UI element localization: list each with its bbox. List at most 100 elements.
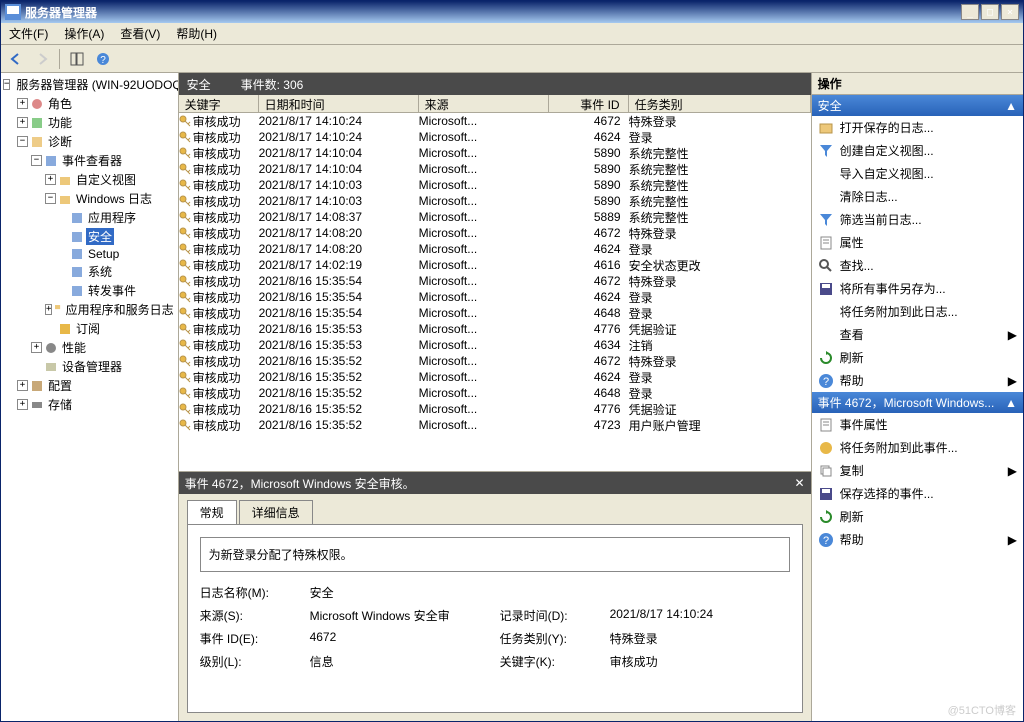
action-item[interactable]: 复制▶ [812, 459, 1023, 482]
tree-app-services-logs[interactable]: +应用程序和服务日志 [3, 300, 176, 319]
tree-event-viewer[interactable]: −事件查看器 [3, 151, 176, 170]
event-row[interactable]: 审核成功2021/8/17 14:10:03Microsoft...5890系统… [179, 193, 811, 209]
event-row[interactable]: 审核成功2021/8/17 14:08:20Microsoft...4624登录 [179, 241, 811, 257]
action-item[interactable]: 导入自定义视图... [812, 162, 1023, 185]
center-header: 安全 事件数: 306 [179, 73, 811, 95]
tree-roles[interactable]: +角色 [3, 94, 176, 113]
maximize-button[interactable]: □ [981, 4, 999, 20]
back-button[interactable] [5, 48, 27, 70]
tree-subscriptions[interactable]: 订阅 [3, 319, 176, 338]
event-row[interactable]: 审核成功2021/8/16 15:35:54Microsoft...4648登录 [179, 305, 811, 321]
action-item[interactable]: 查看▶ [812, 323, 1023, 346]
value-source: Microsoft Windows 安全审 [310, 607, 490, 624]
tab-details[interactable]: 详细信息 [239, 500, 313, 524]
action-item[interactable]: 打开保存的日志... [812, 116, 1023, 139]
col-datetime[interactable]: 日期和时间 [259, 95, 419, 112]
event-row[interactable]: 审核成功2021/8/16 15:35:54Microsoft...4624登录 [179, 289, 811, 305]
key-icon [179, 131, 191, 143]
toolbar: ? [1, 45, 1023, 73]
event-row[interactable]: 审核成功2021/8/17 14:08:37Microsoft...5889系统… [179, 209, 811, 225]
tree-configuration[interactable]: +配置 [3, 376, 176, 395]
svg-text:?: ? [823, 535, 829, 547]
tab-general[interactable]: 常规 [187, 500, 237, 524]
close-button[interactable]: × [1001, 4, 1019, 20]
event-row[interactable]: 审核成功2021/8/16 15:35:52Microsoft...4672特殊… [179, 353, 811, 369]
action-item[interactable]: ?帮助▶ [812, 528, 1023, 551]
tree-storage[interactable]: +存储 [3, 395, 176, 414]
event-row[interactable]: 审核成功2021/8/17 14:10:24Microsoft...4672特殊… [179, 113, 811, 129]
action-item[interactable]: 将所有事件另存为... [812, 277, 1023, 300]
event-row[interactable]: 审核成功2021/8/17 14:10:24Microsoft...4624登录 [179, 129, 811, 145]
action-item[interactable]: 创建自定义视图... [812, 139, 1023, 162]
action-item[interactable]: 属性 [812, 231, 1023, 254]
event-row[interactable]: 审核成功2021/8/17 14:10:04Microsoft...5890系统… [179, 161, 811, 177]
tree-windows-logs[interactable]: −Windows 日志 [3, 189, 176, 208]
event-row[interactable]: 审核成功2021/8/16 15:35:52Microsoft...4723用户… [179, 417, 811, 433]
action-item[interactable]: 事件属性 [812, 413, 1023, 436]
tree-pane[interactable]: −服务器管理器 (WIN-92UODOQ3EG) +角色 +功能 −诊断 −事件… [1, 73, 179, 721]
label-source: 来源(S): [200, 607, 300, 624]
minimize-button[interactable]: _ [961, 4, 979, 20]
refresh-icon [818, 350, 834, 366]
blank-icon [818, 304, 834, 320]
action-item[interactable]: 筛选当前日志... [812, 208, 1023, 231]
tree-system[interactable]: 系统 [3, 262, 176, 281]
tree-features[interactable]: +功能 [3, 113, 176, 132]
menu-file[interactable]: 文件(F) [1, 25, 56, 42]
tree-root[interactable]: −服务器管理器 (WIN-92UODOQ3EG) [3, 75, 176, 94]
event-rows[interactable]: 审核成功2021/8/17 14:10:24Microsoft...4672特殊… [179, 113, 811, 471]
show-hide-button[interactable] [66, 48, 88, 70]
event-row[interactable]: 审核成功2021/8/16 15:35:53Microsoft...4776凭据… [179, 321, 811, 337]
action-item[interactable]: ?帮助▶ [812, 369, 1023, 392]
tree-device-manager[interactable]: 设备管理器 [3, 357, 176, 376]
action-item[interactable]: 查找... [812, 254, 1023, 277]
col-keyword[interactable]: 关键字 [179, 95, 259, 112]
tree-performance[interactable]: +性能 [3, 338, 176, 357]
tree-custom-views[interactable]: +自定义视图 [3, 170, 176, 189]
event-row[interactable]: 审核成功2021/8/16 15:35:52Microsoft...4776凭据… [179, 401, 811, 417]
event-columns[interactable]: 关键字 日期和时间 来源 事件 ID 任务类别 [179, 95, 811, 113]
event-row[interactable]: 审核成功2021/8/17 14:10:03Microsoft...5890系统… [179, 177, 811, 193]
key-icon [179, 227, 191, 239]
menu-view[interactable]: 查看(V) [112, 25, 168, 42]
action-item[interactable]: 清除日志... [812, 185, 1023, 208]
menu-action[interactable]: 操作(A) [56, 25, 112, 42]
action-item[interactable]: 将任务附加到此事件... [812, 436, 1023, 459]
event-row[interactable]: 审核成功2021/8/17 14:10:04Microsoft...5890系统… [179, 145, 811, 161]
action-item[interactable]: 保存选择的事件... [812, 482, 1023, 505]
blank-icon [818, 327, 834, 343]
tree-setup[interactable]: Setup [3, 246, 176, 262]
label-recorded: 记录时间(D): [500, 607, 600, 624]
col-source[interactable]: 来源 [419, 95, 549, 112]
key-icon [179, 211, 191, 223]
svg-text:?: ? [823, 376, 829, 388]
event-row[interactable]: 审核成功2021/8/16 15:35:53Microsoft...4634注销 [179, 337, 811, 353]
detail-close-button[interactable]: ✕ [795, 476, 805, 490]
refresh-icon [818, 509, 834, 525]
action-item[interactable]: 刷新 [812, 505, 1023, 528]
key-icon [179, 323, 191, 335]
tree-security[interactable]: 安全 [3, 227, 176, 246]
actions-section-event[interactable]: 事件 4672，Microsoft Windows...▲ [812, 392, 1023, 413]
help-button[interactable]: ? [92, 48, 114, 70]
col-category[interactable]: 任务类别 [629, 95, 811, 112]
event-row[interactable]: 审核成功2021/8/16 15:35:54Microsoft...4672特殊… [179, 273, 811, 289]
action-item[interactable]: 刷新 [812, 346, 1023, 369]
tree-diagnostics[interactable]: −诊断 [3, 132, 176, 151]
menu-help[interactable]: 帮助(H) [168, 25, 225, 42]
key-icon [179, 291, 191, 303]
actions-section-security[interactable]: 安全▲ [812, 95, 1023, 116]
forward-button[interactable] [31, 48, 53, 70]
action-item[interactable]: 将任务附加到此日志... [812, 300, 1023, 323]
task-icon [818, 440, 834, 456]
key-icon [179, 339, 191, 351]
col-eventid[interactable]: 事件 ID [549, 95, 629, 112]
center-title: 安全 [187, 76, 211, 93]
tree-application[interactable]: 应用程序 [3, 208, 176, 227]
tree-forwarded[interactable]: 转发事件 [3, 281, 176, 300]
event-row[interactable]: 审核成功2021/8/17 14:02:19Microsoft...4616安全… [179, 257, 811, 273]
event-row[interactable]: 审核成功2021/8/16 15:35:52Microsoft...4624登录 [179, 369, 811, 385]
event-row[interactable]: 审核成功2021/8/17 14:08:20Microsoft...4672特殊… [179, 225, 811, 241]
key-icon [179, 403, 191, 415]
event-row[interactable]: 审核成功2021/8/16 15:35:52Microsoft...4648登录 [179, 385, 811, 401]
